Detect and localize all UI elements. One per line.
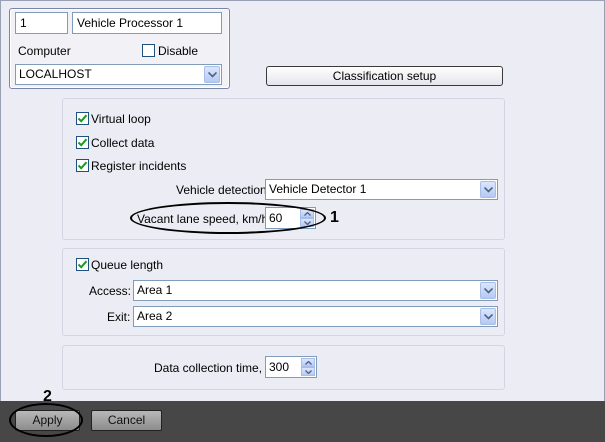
checkmark-icon — [77, 138, 88, 147]
checkmark-icon — [77, 161, 88, 170]
callout-oval-2 — [9, 403, 83, 437]
chevron-down-icon[interactable] — [480, 181, 496, 198]
disable-checkbox[interactable] — [142, 44, 155, 57]
queue-length-checkbox[interactable] — [76, 258, 89, 271]
data-collection-value: 300 — [269, 360, 290, 374]
callout-number-2: 2 — [43, 388, 52, 405]
checkmark-icon — [77, 114, 88, 123]
classification-setup-button[interactable]: Classification setup — [266, 66, 503, 86]
computer-select-value: LOCALHOST — [19, 67, 92, 81]
virtual-loop-checkbox[interactable] — [76, 112, 89, 125]
callout-number-1: 1 — [330, 209, 339, 226]
callout-oval-1 — [130, 202, 326, 234]
spin-down-icon[interactable] — [301, 367, 315, 376]
cancel-button[interactable]: Cancel — [91, 410, 162, 431]
vehicle-detection-value: Vehicle Detector 1 — [269, 182, 367, 196]
access-label: Access: — [89, 284, 132, 298]
exit-select[interactable]: Area 2 — [133, 306, 498, 327]
chevron-down-icon[interactable] — [204, 66, 220, 83]
computer-label: Computer — [18, 44, 71, 58]
object-id-field[interactable]: 1 — [15, 12, 68, 34]
virtual-loop-label: Virtual loop — [91, 112, 151, 126]
exit-value: Area 2 — [137, 309, 173, 323]
object-name-field[interactable]: Vehicle Processor 1 — [72, 12, 222, 34]
spin-up-icon[interactable] — [301, 358, 315, 367]
register-incidents-label: Register incidents — [91, 159, 187, 173]
queue-length-label: Queue length — [91, 258, 164, 272]
chevron-down-icon[interactable] — [480, 308, 496, 325]
vehicle-detection-label: Vehicle detection: — [176, 183, 271, 197]
access-value: Area 1 — [137, 283, 173, 297]
exit-label: Exit: — [107, 310, 131, 324]
data-collection-label: Data collection time, s: — [154, 361, 275, 375]
collect-data-checkbox[interactable] — [76, 136, 89, 149]
computer-select[interactable]: LOCALHOST — [15, 64, 222, 85]
disable-label: Disable — [158, 44, 199, 58]
data-collection-stepper[interactable]: 300 — [265, 356, 317, 378]
access-select[interactable]: Area 1 — [133, 280, 498, 301]
collect-data-label: Collect data — [91, 136, 155, 150]
vehicle-detection-select[interactable]: Vehicle Detector 1 — [265, 179, 498, 200]
register-incidents-checkbox[interactable] — [76, 159, 89, 172]
checkmark-icon — [77, 260, 88, 269]
chevron-down-icon[interactable] — [480, 282, 496, 299]
